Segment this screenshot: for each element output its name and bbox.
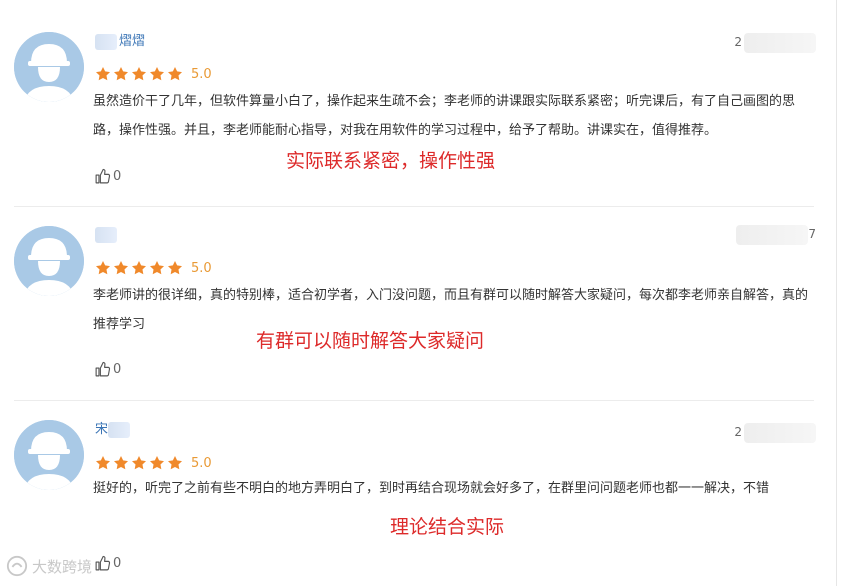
date-blur-mask (744, 422, 816, 443)
thumbs-up-icon (95, 168, 111, 183)
watermark: 大数跨境 (6, 555, 92, 577)
star-icon (113, 66, 129, 82)
watermark-text: 大数跨境 (32, 557, 93, 576)
star-icon (95, 455, 111, 471)
rating-score: 5.0 (191, 455, 212, 471)
highlight-annotation: 实际联系紧密，操作性强 (286, 150, 496, 172)
name-blur-mask (95, 226, 117, 243)
star-icon (113, 260, 129, 276)
like-count: 0 (113, 555, 122, 571)
watermark-logo-icon (6, 555, 28, 577)
like-button[interactable]: 0 (94, 553, 121, 573)
star-icon (131, 66, 147, 82)
star-icon (149, 455, 165, 471)
like-button[interactable]: 0 (94, 359, 121, 379)
panel-right-border (836, 0, 837, 586)
review-date: 7 (734, 223, 816, 245)
date-blur-mask (736, 224, 809, 245)
rating-stars: 5.0 (95, 65, 212, 83)
reviewer-name[interactable]: 宋 (95, 420, 132, 440)
rating-stars: 5.0 (95, 259, 212, 277)
highlight-annotation: 理论结合实际 (390, 516, 505, 538)
review-date: 2 (734, 31, 816, 53)
rating-score: 5.0 (191, 66, 212, 82)
user-avatar-icon[interactable] (14, 420, 84, 490)
star-icon (95, 66, 111, 82)
review-date: 2 (734, 421, 816, 443)
like-button[interactable]: 0 (94, 166, 121, 186)
name-blur-mask (108, 421, 131, 438)
star-icon (167, 260, 183, 276)
review-item-1: 熠熠 2 5.0 虽然造价干了几年，但软件算量小白了，操作起来生疏不会；李老师的… (0, 0, 836, 205)
date-blur-mask (744, 32, 816, 53)
star-icon (149, 66, 165, 82)
star-icon (167, 66, 183, 82)
star-icon (149, 260, 165, 276)
star-icon (167, 455, 183, 471)
highlight-annotation: 有群可以随时解答大家疑问 (256, 330, 485, 352)
star-icon (113, 455, 129, 471)
reviewer-name[interactable] (95, 225, 119, 245)
like-count: 0 (113, 168, 122, 184)
review-item-3: 宋 2 5.0 挺好的，听完了之前有些不明白的地方弄明白了，到时再结合现场就会好… (0, 401, 836, 586)
rating-score: 5.0 (191, 260, 212, 276)
review-comment: 挺好的，听完了之前有些不明白的地方弄明白了，到时再结合现场就会好多了，在群里问问… (93, 481, 770, 496)
name-blur-mask (95, 33, 117, 50)
star-icon (131, 260, 147, 276)
user-avatar-icon[interactable] (14, 226, 84, 296)
review-item-2: 7 5.0 李老师讲的很详细，真的特别棒，适合初学者，入门没问题，而且有群可以随… (0, 207, 836, 400)
like-count: 0 (113, 361, 122, 377)
thumbs-up-icon (95, 361, 111, 376)
user-avatar-icon[interactable] (14, 32, 84, 102)
rating-stars: 5.0 (95, 454, 212, 472)
review-comment: 虽然造价干了几年，但软件算量小白了，操作起来生疏不会；李老师的讲课跟实际联系紧密… (93, 94, 796, 138)
star-icon (131, 455, 147, 471)
star-icon (95, 260, 111, 276)
thumbs-up-icon (95, 555, 111, 570)
reviewer-name[interactable]: 熠熠 (95, 32, 145, 52)
